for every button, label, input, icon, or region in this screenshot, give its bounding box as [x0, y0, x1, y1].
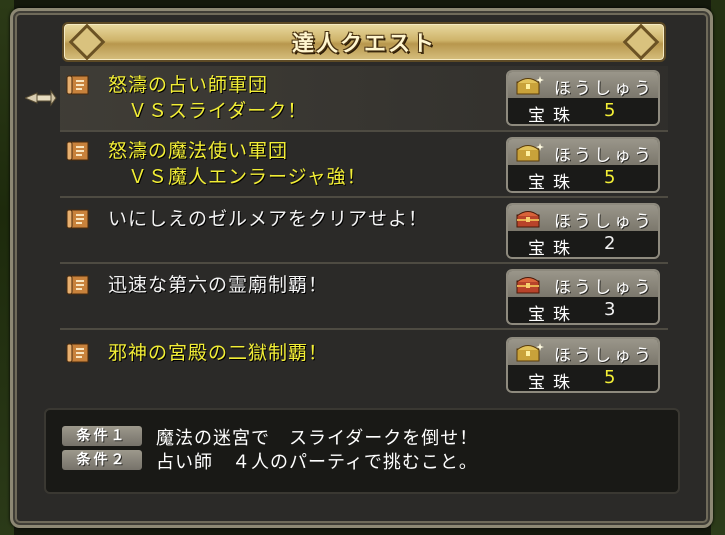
gold-chest-icon [516, 76, 544, 95]
quest-title-line2: ＶＳ魔人エンラージャ強！ [108, 166, 367, 188]
ornament-left-icon [68, 23, 106, 61]
quest-row[interactable]: 怒濤の占い師軍団 ＶＳスライダーク！ ほうしゅう 宝珠 5 こ [60, 66, 668, 132]
background-edge-right [711, 0, 725, 535]
quest-scroll-icon [66, 209, 89, 229]
reward-box: ほうしゅう 宝珠 3 こ [506, 269, 660, 325]
reward-label: ほうしゅう [554, 278, 654, 298]
reward-count: 5 こ [604, 100, 626, 121]
reward-item: 宝珠 [528, 373, 578, 393]
selection-cursor-icon [25, 89, 57, 107]
gold-chest-icon [516, 343, 544, 362]
red-chest-icon [516, 277, 540, 294]
condition-badge: 条件１ [62, 426, 142, 446]
reward-box: ほうしゅう 宝珠 2 こ [506, 203, 660, 259]
quest-list: 怒濤の占い師軍団 ＶＳスライダーク！ ほうしゅう 宝珠 5 こ 怒濤の魔法使い軍… [60, 66, 668, 396]
quest-row[interactable]: 邪神の宮殿の二獄制覇！ ほうしゅう 宝珠 5 こ [60, 330, 668, 396]
quest-title-line1: 迅速な第六の霊廟制覇！ [108, 274, 329, 296]
quest-title-line2: ＶＳスライダーク！ [108, 100, 308, 122]
quest-title-line1: いにしえのゼルメアをクリアせよ！ [108, 208, 429, 230]
reward-item: 宝珠 [528, 239, 578, 259]
reward-count: 3 こ [604, 299, 626, 320]
quest-row[interactable]: 迅速な第六の霊廟制覇！ ほうしゅう 宝珠 3 こ [60, 264, 668, 330]
quest-scroll-icon [66, 275, 89, 295]
reward-box: ほうしゅう 宝珠 5 こ [506, 70, 660, 126]
quest-row[interactable]: いにしえのゼルメアをクリアせよ！ ほうしゅう 宝珠 2 こ [60, 198, 668, 264]
gold-chest-icon [516, 143, 544, 162]
condition-text: 占い師 ４人のパーティで挑むこと。 [156, 452, 478, 473]
reward-count: 2 こ [604, 233, 626, 254]
quest-title-line1: 怒濤の占い師軍団 [108, 74, 269, 96]
reward-count: 5 こ [604, 367, 626, 388]
reward-item: 宝珠 [528, 305, 578, 325]
red-chest-icon [516, 211, 540, 228]
reward-count: 5 こ [604, 167, 626, 188]
window-title: 達人クエスト [291, 32, 436, 57]
conditions-panel: 条件１ 魔法の迷宮で スライダークを倒せ！ 条件２ 占い師 ４人のパーティで挑む… [44, 408, 680, 494]
quest-scroll-icon [66, 75, 89, 95]
quest-title-line1: 怒濤の魔法使い軍団 [108, 140, 289, 162]
reward-box: ほうしゅう 宝珠 5 こ [506, 137, 660, 193]
reward-label: ほうしゅう [554, 146, 654, 166]
condition-text: 魔法の迷宮で スライダークを倒せ！ [156, 428, 479, 449]
quest-title-line1: 邪神の宮殿の二獄制覇！ [108, 342, 329, 364]
quest-scroll-icon [66, 343, 89, 363]
reward-label: ほうしゅう [554, 212, 654, 232]
reward-item: 宝珠 [528, 173, 578, 193]
quest-row[interactable]: 怒濤の魔法使い軍団 ＶＳ魔人エンラージャ強！ ほうしゅう 宝珠 5 こ [60, 132, 668, 198]
reward-box: ほうしゅう 宝珠 5 こ [506, 337, 660, 393]
reward-label: ほうしゅう [554, 79, 654, 99]
reward-item: 宝珠 [528, 106, 578, 126]
reward-label: ほうしゅう [554, 346, 654, 366]
ornament-right-icon [622, 23, 660, 61]
quest-scroll-icon [66, 141, 89, 161]
condition-badge: 条件２ [62, 450, 142, 470]
title-bar: 達人クエスト [62, 22, 666, 62]
